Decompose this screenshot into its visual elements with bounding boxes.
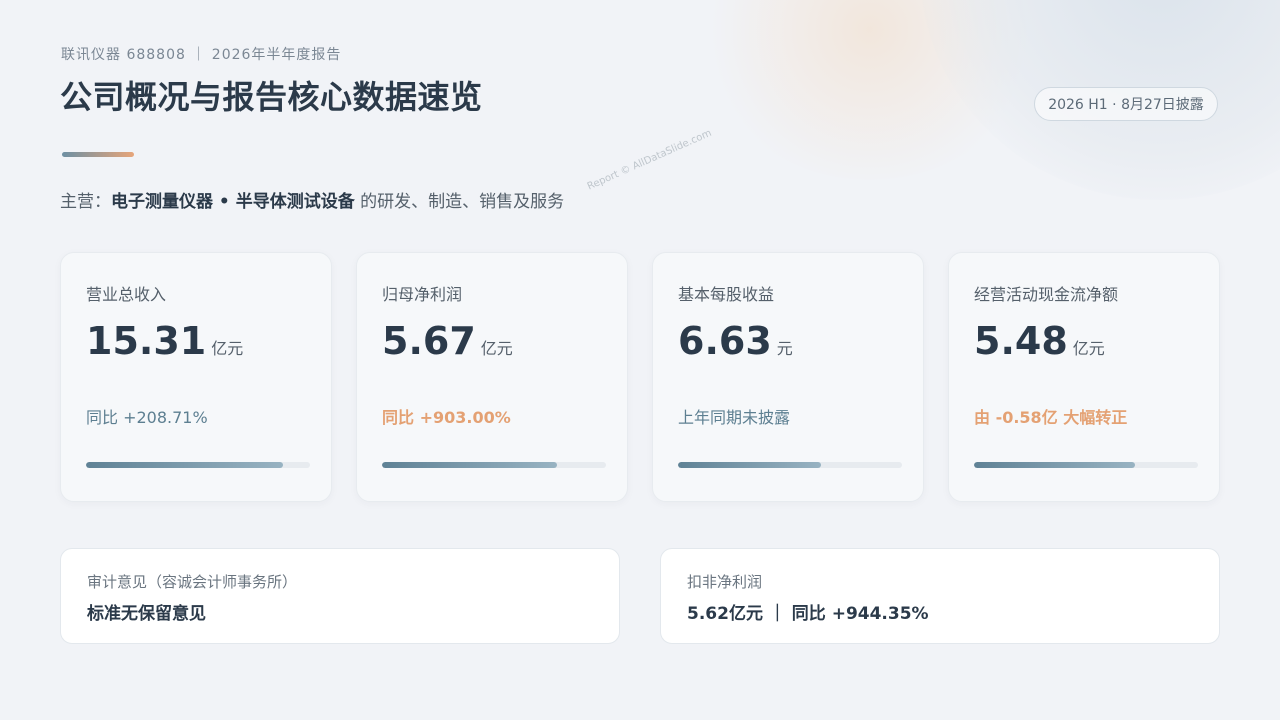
metric-progress-track (974, 462, 1198, 468)
metric-label: 基本每股收益 (678, 285, 775, 304)
metric-value: 15.31 (86, 319, 207, 363)
audit-opinion-label: 审计意见（容诚会计师事务所） (87, 573, 298, 591)
metric-card-net-profit: 归母净利润 5.67 亿元 同比 +903.00% (356, 252, 628, 502)
report-subtitle: 联讯仪器 688808 ｜ 2026年半年度报告 (61, 47, 342, 63)
title-accent-line (62, 152, 134, 157)
metric-value-row: 6.63 元 (678, 319, 793, 363)
deducted-net-profit-value: 5.62亿元 ｜ 同比 +944.35% (687, 604, 929, 624)
metric-progress-track (86, 462, 310, 468)
metric-note: 同比 +208.71% (86, 408, 208, 427)
metric-progress-fill (678, 462, 822, 468)
metric-label: 归母净利润 (382, 285, 463, 304)
disclosure-date-badge: 2026 H1 · 8月27日披露 (1034, 87, 1218, 121)
audit-opinion-card: 审计意见（容诚会计师事务所） 标准无保留意见 (60, 548, 620, 644)
metric-label: 经营活动现金流净额 (974, 285, 1119, 304)
main-business-line: 主营：电子测量仪器 • 半导体测试设备 的研发、制造、销售及服务 (60, 187, 564, 212)
metric-unit: 亿元 (1072, 339, 1105, 358)
page-title: 公司概况与报告核心数据速览 (60, 78, 483, 116)
business-prefix: 主营： (60, 192, 111, 212)
metric-note: 上年同期未披露 (678, 408, 791, 427)
deducted-net-profit-label: 扣非净利润 (687, 573, 763, 591)
metric-value-row: 15.31 亿元 (86, 319, 243, 363)
metric-value: 5.67 (382, 319, 476, 363)
business-suffix: 的研发、制造、销售及服务 (354, 192, 565, 212)
audit-opinion-value: 标准无保留意见 (87, 604, 206, 624)
metric-card-eps: 基本每股收益 6.63 元 上年同期未披露 (652, 252, 924, 502)
metric-card-revenue: 营业总收入 15.31 亿元 同比 +208.71% (60, 252, 332, 502)
business-highlight: 电子测量仪器 • 半导体测试设备 (111, 192, 355, 212)
watermark: Report © AllDataSlide.com (585, 127, 714, 193)
metric-label: 营业总收入 (86, 285, 167, 304)
metric-unit: 亿元 (211, 339, 244, 358)
metric-card-operating-cash-flow: 经营活动现金流净额 5.48 亿元 由 -0.58亿 大幅转正 (948, 252, 1220, 502)
metric-progress-fill (974, 462, 1136, 468)
metric-unit: 亿元 (480, 339, 513, 358)
metric-value: 6.63 (678, 319, 772, 363)
metric-note: 同比 +903.00% (382, 408, 511, 427)
metric-progress-track (678, 462, 902, 468)
metric-progress-fill (86, 462, 284, 468)
deducted-net-profit-card: 扣非净利润 5.62亿元 ｜ 同比 +944.35% (660, 548, 1220, 644)
metric-unit: 元 (776, 339, 793, 358)
metric-value-row: 5.67 亿元 (382, 319, 513, 363)
metric-progress-track (382, 462, 606, 468)
metric-progress-fill (382, 462, 557, 468)
metric-value-row: 5.48 亿元 (974, 319, 1105, 363)
metric-note: 由 -0.58亿 大幅转正 (974, 408, 1128, 427)
metric-value: 5.48 (974, 319, 1068, 363)
slide-page: 联讯仪器 688808 ｜ 2026年半年度报告 公司概况与报告核心数据速览 2… (0, 0, 1280, 720)
